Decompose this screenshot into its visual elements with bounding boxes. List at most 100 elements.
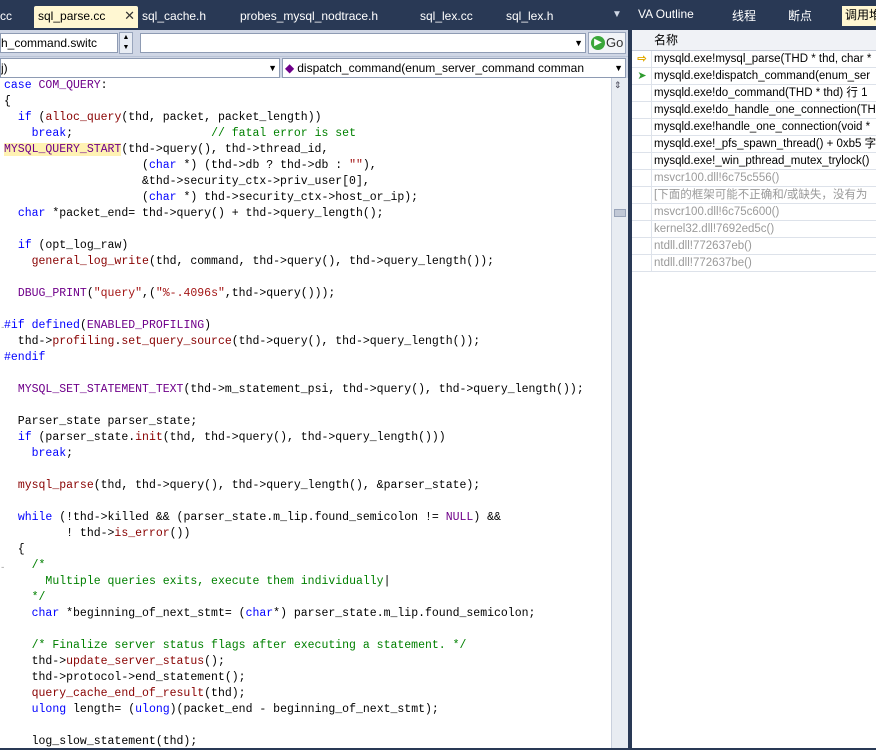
code-token: length= (: [66, 703, 136, 716]
code-line[interactable]: if (opt_log_raw): [4, 238, 584, 254]
code-line[interactable]: MYSQL_SET_STATEMENT_TEXT(thd->m_statemen…: [4, 382, 584, 398]
code-text[interactable]: case COM_QUERY:{ if (alloc_query(thd, pa…: [4, 78, 584, 750]
member-dropdown[interactable]: ◆ dispatch_command(enum_server_command co…: [282, 58, 626, 78]
editor-vertical-scrollbar[interactable]: ⇕: [611, 78, 628, 748]
spin-down-icon[interactable]: ▼: [120, 43, 132, 53]
code-line[interactable]: thd->protocol->end_statement();: [4, 670, 584, 686]
column-header-name[interactable]: 名称: [632, 30, 876, 51]
tab-call-stack[interactable]: 调用堆: [842, 6, 876, 26]
code-line[interactable]: query_cache_end_of_result(thd);: [4, 686, 584, 702]
code-token: #endif: [4, 351, 46, 364]
code-token: if: [17, 431, 32, 444]
call-stack-row[interactable]: mysqld.exe!_win_pthread_mutex_trylock(): [632, 153, 876, 170]
code-line[interactable]: [4, 718, 584, 734]
code-line[interactable]: {: [4, 542, 584, 558]
code-line[interactable]: if (parser_state.init(thd, thd->query(),…: [4, 430, 584, 446]
find-combo[interactable]: h_command.switc: [0, 33, 118, 53]
call-stack-row[interactable]: kernel32.dll!7692ed5c(): [632, 221, 876, 238]
code-line[interactable]: mysql_parse(thd, thd->query(), thd->quer…: [4, 478, 584, 494]
code-token: (: [4, 191, 149, 204]
tab-label: cc: [0, 9, 12, 23]
code-line[interactable]: [4, 222, 584, 238]
code-line[interactable]: [4, 270, 584, 286]
tab-cc[interactable]: cc: [0, 6, 30, 28]
code-line[interactable]: [4, 366, 584, 382]
code-line[interactable]: char *packet_end= thd->query() + thd->qu…: [4, 206, 584, 222]
code-line[interactable]: [4, 462, 584, 478]
tab-sql-parse-cc[interactable]: sql_parse.cc ✕: [34, 6, 138, 28]
code-line[interactable]: if (alloc_query(thd, packet, packet_leng…: [4, 110, 584, 126]
code-line[interactable]: /*: [4, 558, 584, 574]
code-line[interactable]: DBUG_PRINT("query",("%-.4096s",thd->quer…: [4, 286, 584, 302]
call-stack-row[interactable]: [下面的框架可能不正确和/或缺失，没有为: [632, 187, 876, 204]
code-line[interactable]: /* Finalize server status flags after ex…: [4, 638, 584, 654]
scope-dropdown[interactable]: j) ▼: [0, 58, 280, 78]
row-divider: [651, 221, 652, 237]
code-line[interactable]: thd->update_server_status();: [4, 654, 584, 670]
call-stack-row[interactable]: msvcr100.dll!6c75c556(): [632, 170, 876, 187]
code-editor[interactable]: - - case COM_QUERY:{ if (alloc_query(thd…: [0, 78, 611, 748]
call-stack-row[interactable]: mysqld.exe!handle_one_connection(void *: [632, 119, 876, 136]
search-combo[interactable]: ▼: [140, 33, 586, 53]
tab-sql-cache-h[interactable]: sql_cache.h: [142, 6, 232, 28]
code-line[interactable]: (char *) thd->security_ctx->host_or_ip);: [4, 190, 584, 206]
code-line[interactable]: [4, 622, 584, 638]
code-line[interactable]: char *beginning_of_next_stmt= (char*) pa…: [4, 606, 584, 622]
code-line[interactable]: break; // fatal error is set: [4, 126, 584, 142]
chevron-down-icon[interactable]: ▼: [268, 59, 277, 77]
row-divider: [651, 136, 652, 152]
code-token: */: [31, 591, 46, 604]
tab-probes-mysql-nodtrace-h[interactable]: probes_mysql_nodtrace.h: [240, 6, 410, 28]
chevron-down-icon[interactable]: ▼: [614, 59, 623, 77]
tab-breakpoints[interactable]: 断点: [788, 7, 812, 24]
code-token: ),: [362, 159, 377, 172]
tab-sql-lex-h[interactable]: sql_lex.h: [506, 6, 576, 28]
code-line[interactable]: #if defined(ENABLED_PROFILING): [4, 318, 584, 334]
chevron-down-icon[interactable]: ▼: [574, 34, 583, 52]
tab-sql-lex-cc[interactable]: sql_lex.cc: [420, 6, 500, 28]
call-stack-row[interactable]: mysqld.exe!do_command(THD * thd) 行 1: [632, 85, 876, 102]
call-stack-row[interactable]: mysqld.exe!_pfs_spawn_thread() + 0xb5 字: [632, 136, 876, 153]
call-stack-row[interactable]: ⇨ mysqld.exe!mysql_parse(THD * thd, char …: [632, 51, 876, 68]
row-divider: [651, 153, 652, 169]
call-stack-row[interactable]: msvcr100.dll!6c75c600(): [632, 204, 876, 221]
code-line[interactable]: thd->profiling.set_query_source(thd->que…: [4, 334, 584, 350]
code-line[interactable]: general_log_write(thd, command, thd->que…: [4, 254, 584, 270]
call-stack-row[interactable]: ntdll.dll!772637be(): [632, 255, 876, 272]
code-token: ! thd->: [4, 527, 115, 540]
call-stack-frame-text: ntdll.dll!772637eb(): [654, 240, 752, 252]
find-spin-button[interactable]: ▲ ▼: [119, 32, 133, 54]
code-line[interactable]: Parser_state parser_state;: [4, 414, 584, 430]
code-token: *packet_end= thd->query() + thd->query_l…: [45, 207, 384, 220]
code-line[interactable]: while (!thd->killed && (parser_state.m_l…: [4, 510, 584, 526]
split-handle-icon[interactable]: ⇕: [614, 80, 622, 91]
code-line[interactable]: &thd->security_ctx->priv_user[0],: [4, 174, 584, 190]
scrollbar-thumb[interactable]: [614, 209, 626, 217]
code-token: /*: [31, 559, 46, 572]
close-icon[interactable]: ✕: [124, 6, 135, 26]
code-line[interactable]: Multiple queries exits, execute them ind…: [4, 574, 584, 590]
code-line[interactable]: break;: [4, 446, 584, 462]
code-line[interactable]: */: [4, 590, 584, 606]
scope-value: j): [1, 61, 8, 75]
code-line[interactable]: [4, 302, 584, 318]
code-line[interactable]: ulong length= (ulong)(packet_end - begin…: [4, 702, 584, 718]
tab-threads[interactable]: 线程: [732, 7, 756, 24]
code-line[interactable]: {: [4, 94, 584, 110]
code-line[interactable]: #endif: [4, 350, 584, 366]
spin-up-icon[interactable]: ▲: [120, 33, 132, 43]
code-line[interactable]: ! thd->is_error()): [4, 526, 584, 542]
go-button[interactable]: ▶ Go: [588, 32, 626, 54]
code-line[interactable]: MYSQL_QUERY_START(thd->query(), thd->thr…: [4, 142, 584, 158]
code-line[interactable]: [4, 494, 584, 510]
code-line[interactable]: (char *) (thd->db ? thd->db : ""),: [4, 158, 584, 174]
call-stack-row[interactable]: mysqld.exe!do_handle_one_connection(TH: [632, 102, 876, 119]
call-stack-row[interactable]: ntdll.dll!772637eb(): [632, 238, 876, 255]
tab-va-outline[interactable]: VA Outline: [638, 7, 694, 21]
call-stack-row[interactable]: ➤ mysqld.exe!dispatch_command(enum_ser: [632, 68, 876, 85]
code-line[interactable]: case COM_QUERY:: [4, 78, 584, 94]
code-line[interactable]: [4, 398, 584, 414]
tab-overflow-icon[interactable]: ▼: [612, 9, 622, 20]
code-token: break: [31, 127, 67, 140]
